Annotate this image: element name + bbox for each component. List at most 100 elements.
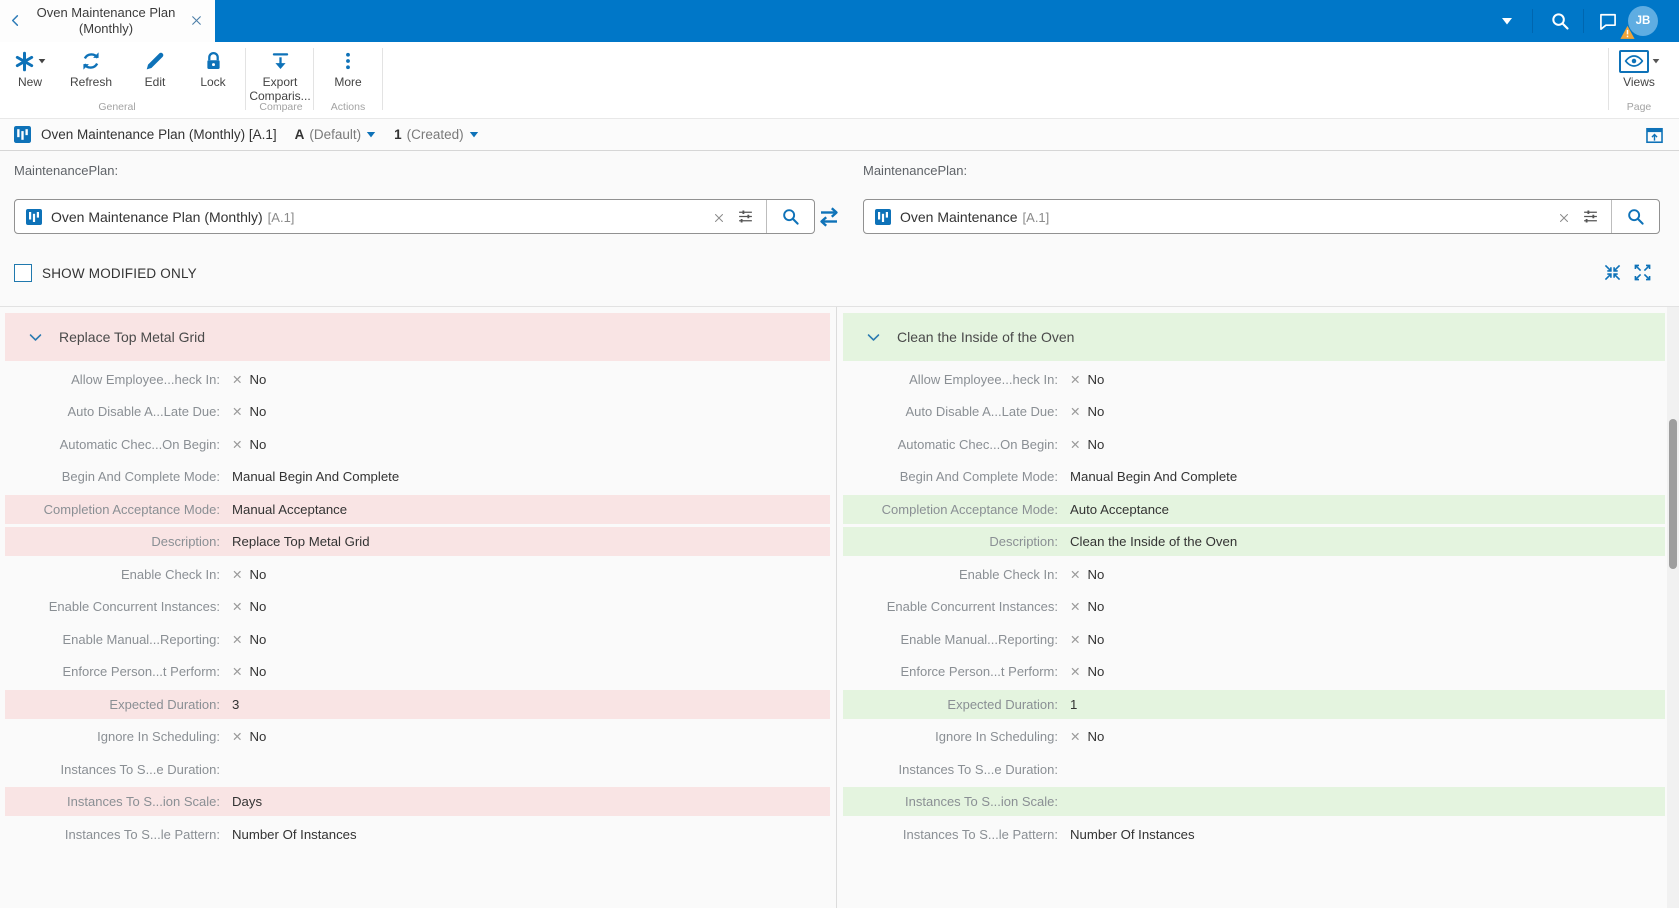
no-x-icon bbox=[1070, 567, 1080, 582]
left-maintenanceplan-input[interactable]: Oven Maintenance Plan (Monthly) [A.1] bbox=[14, 199, 815, 234]
left-section-header[interactable]: Replace Top Metal Grid bbox=[5, 313, 830, 361]
clear-icon[interactable] bbox=[1555, 209, 1573, 224]
more-button[interactable]: More bbox=[320, 46, 376, 104]
row-label: Ignore In Scheduling: bbox=[935, 729, 1058, 744]
chevron-down-icon bbox=[469, 131, 479, 138]
comparison-row: Instances To S...le Pattern: Number Of I… bbox=[843, 820, 1665, 849]
row-label: Completion Acceptance Mode: bbox=[881, 501, 1058, 517]
ribbon-group-page: Page bbox=[1626, 101, 1652, 113]
row-label: Description: bbox=[151, 534, 220, 549]
search-icon[interactable] bbox=[1546, 0, 1574, 42]
row-label: Instances To S...le Pattern: bbox=[902, 826, 1058, 842]
show-modified-checkbox[interactable] bbox=[14, 264, 32, 282]
no-x-icon bbox=[232, 372, 242, 387]
comparison-row: Expected Duration: 3 bbox=[5, 689, 830, 719]
topbar-dropdown-button[interactable] bbox=[1494, 0, 1520, 42]
collapse-header-icon[interactable] bbox=[1645, 126, 1664, 145]
document-tab[interactable]: Oven Maintenance Plan (Monthly) bbox=[0, 0, 215, 42]
right-section-header[interactable]: Clean the Inside of the Oven bbox=[843, 313, 1665, 361]
row-value: No bbox=[1087, 436, 1105, 452]
swap-icon[interactable] bbox=[817, 205, 841, 229]
clear-icon[interactable] bbox=[710, 209, 728, 224]
comparison-row: Instances To S...le Pattern: Number Of I… bbox=[5, 820, 830, 849]
revision-value: A bbox=[294, 127, 305, 142]
comparison-row: Instances To S...ion Scale: bbox=[843, 787, 1665, 816]
row-value: No bbox=[1087, 404, 1105, 419]
back-icon[interactable] bbox=[0, 12, 30, 30]
row-label: Begin And Complete Mode: bbox=[899, 469, 1058, 484]
row-label: Ignore In Scheduling: bbox=[97, 729, 220, 744]
app-window: Oven Maintenance Plan (Monthly) JB New R… bbox=[0, 0, 1679, 908]
row-value: No bbox=[249, 436, 267, 452]
right-maintenanceplan-input[interactable]: Oven Maintenance [A.1] bbox=[863, 199, 1660, 234]
maintenance-plan-icon bbox=[26, 209, 42, 225]
row-label: Allow Employee...heck In: bbox=[909, 371, 1058, 387]
pencil-icon bbox=[144, 50, 166, 72]
filter-sliders-icon[interactable] bbox=[1582, 208, 1599, 226]
comparison-row: Description: Clean the Inside of the Ove… bbox=[843, 527, 1665, 556]
compare-header: MaintenancePlan: Oven Maintenance Plan (… bbox=[0, 152, 1679, 306]
vertical-scrollbar-thumb[interactable] bbox=[1669, 419, 1677, 569]
no-x-icon bbox=[1070, 372, 1080, 387]
row-value: No bbox=[1087, 664, 1105, 679]
right-input-ref: [A.1] bbox=[1022, 209, 1050, 225]
ribbon-group-compare: Compare bbox=[259, 101, 303, 113]
row-value: No bbox=[249, 404, 267, 419]
row-value: 1 bbox=[1070, 696, 1078, 712]
no-x-icon bbox=[1070, 664, 1080, 679]
row-value: No bbox=[249, 729, 267, 744]
comparison-row: Instances To S...e Duration: bbox=[843, 755, 1665, 784]
maintenance-plan-icon bbox=[14, 126, 31, 143]
row-value: Number Of Instances bbox=[1070, 826, 1195, 842]
maintenance-plan-icon bbox=[875, 209, 891, 225]
views-button[interactable]: Views bbox=[1610, 46, 1668, 104]
new-asterisk-icon bbox=[14, 51, 35, 72]
row-label: Completion Acceptance Mode: bbox=[43, 501, 220, 517]
ribbon-separator bbox=[313, 48, 314, 110]
chevron-down-icon bbox=[27, 329, 44, 346]
expand-all-icon[interactable] bbox=[1634, 264, 1651, 282]
row-label: Enable Manual...Reporting: bbox=[62, 631, 220, 647]
no-x-icon bbox=[232, 729, 242, 744]
right-section-title: Clean the Inside of the Oven bbox=[897, 329, 1075, 345]
row-label: Enable Concurrent Instances: bbox=[48, 599, 220, 614]
comparison-row: Enable Check In: No bbox=[843, 560, 1665, 589]
export-comparison-button[interactable]: Export Comparis... bbox=[248, 46, 312, 104]
refresh-button[interactable]: Refresh bbox=[63, 46, 119, 104]
row-label: Allow Employee...heck In: bbox=[71, 371, 220, 387]
right-rows: Allow Employee...heck In: No Auto Disabl… bbox=[843, 365, 1665, 849]
version-selector[interactable]: 1 (Created) bbox=[394, 127, 479, 142]
views-button-label: Views bbox=[1623, 75, 1655, 89]
row-label: Begin And Complete Mode: bbox=[61, 469, 220, 484]
lock-button[interactable]: Lock bbox=[185, 46, 241, 104]
collapse-all-icon[interactable] bbox=[1604, 264, 1621, 282]
vertical-scrollbar[interactable] bbox=[1667, 307, 1679, 908]
edit-button[interactable]: Edit bbox=[127, 46, 183, 104]
more-dots-icon bbox=[338, 51, 358, 71]
ribbon-separator bbox=[382, 48, 383, 110]
version-state: (Created) bbox=[406, 127, 464, 142]
no-x-icon bbox=[1070, 404, 1080, 419]
chat-icon[interactable] bbox=[1594, 0, 1622, 42]
filter-sliders-icon[interactable] bbox=[737, 208, 754, 226]
search-button[interactable] bbox=[766, 200, 814, 233]
row-value: Manual Begin And Complete bbox=[232, 469, 400, 484]
right-input-value: Oven Maintenance bbox=[900, 208, 1018, 225]
comparison-row: Ignore In Scheduling: No bbox=[843, 722, 1665, 751]
comparison-row: Expected Duration: 1 bbox=[843, 689, 1665, 719]
comparison-row: Begin And Complete Mode: Manual Begin An… bbox=[5, 462, 830, 491]
comparison-row: Begin And Complete Mode: Manual Begin An… bbox=[843, 462, 1665, 491]
revision-selector[interactable]: A (Default) bbox=[295, 127, 377, 142]
export-download-icon bbox=[270, 51, 291, 72]
row-label: Expected Duration: bbox=[109, 696, 220, 712]
row-label: Enable Check In: bbox=[120, 566, 220, 582]
row-label: Expected Duration: bbox=[947, 696, 1058, 712]
search-button[interactable] bbox=[1611, 200, 1659, 233]
row-value: 3 bbox=[232, 696, 240, 712]
left-section-title: Replace Top Metal Grid bbox=[59, 329, 206, 345]
warning-icon bbox=[1620, 24, 1635, 42]
row-value: No bbox=[1087, 371, 1105, 387]
new-button[interactable]: New bbox=[2, 46, 58, 104]
row-label: Instances To S...ion Scale: bbox=[905, 794, 1058, 809]
close-icon[interactable] bbox=[182, 12, 210, 30]
